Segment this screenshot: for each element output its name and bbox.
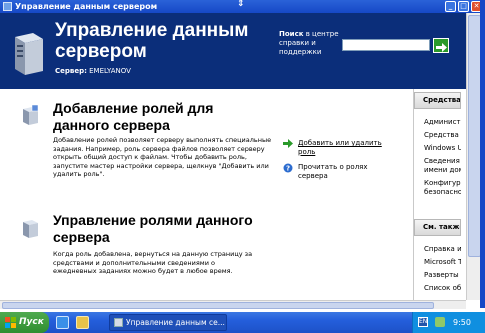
language-icon[interactable]: EN: [418, 317, 428, 327]
see-also-header: См. также: [414, 219, 461, 236]
tools-item[interactable]: Сведения: [424, 157, 460, 165]
search-go-button[interactable]: [433, 38, 449, 53]
help-icon: ?: [283, 163, 293, 173]
start-button[interactable]: Пуск: [0, 312, 49, 333]
system-tray: EN 9:50: [412, 312, 485, 333]
see-also-item[interactable]: Справка и: [424, 245, 461, 253]
see-also-item[interactable]: Разверты: [424, 271, 459, 279]
main-content: Добавление ролей для данного сервера Доб…: [0, 89, 415, 300]
search-label: Поиск в центре справки и поддержки: [279, 30, 339, 56]
maximize-button[interactable]: □: [458, 1, 469, 12]
see-also-item[interactable]: Список об: [424, 284, 461, 292]
minimize-button[interactable]: _: [445, 1, 456, 12]
taskbar-window-button[interactable]: Управление данным се...: [109, 314, 227, 331]
mouse-cursor-icon: ⇕: [237, 0, 245, 9]
help-search-input[interactable]: [342, 39, 430, 51]
tools-item[interactable]: Средства: [424, 131, 459, 139]
explorer-icon[interactable]: [76, 316, 89, 329]
tools-item[interactable]: Администр: [424, 118, 461, 126]
window-frame: [480, 0, 485, 308]
section-manage-roles-title: Управление ролями данного сервера: [53, 212, 253, 245]
green-arrow-icon: [283, 139, 293, 148]
tools-item[interactable]: Конфигур: [424, 179, 461, 187]
window-icon: [3, 2, 12, 11]
tools-item[interactable]: безопасно: [424, 188, 461, 196]
go-arrow-icon: [436, 43, 447, 52]
horizontal-scroll-thumb[interactable]: [2, 302, 434, 309]
section-add-roles-body: Добавление ролей позволяет серверу выпол…: [53, 136, 272, 178]
see-also-item[interactable]: Microsoft T: [424, 258, 461, 266]
manage-roles-icon: [23, 220, 38, 238]
taskbar: Пуск Управление данным се... EN 9:50: [0, 312, 485, 333]
section-manage-roles-body: Когда роль добавлена, вернуться на данну…: [53, 250, 253, 275]
tools-item[interactable]: Windows U: [424, 144, 461, 152]
network-icon[interactable]: [435, 317, 445, 327]
window-titlebar[interactable]: Управление данным сервером ⇕ _ □ ✕: [0, 0, 485, 13]
server-icon: [15, 33, 43, 75]
add-role-icon: [23, 105, 39, 125]
internet-explorer-icon[interactable]: [56, 316, 69, 329]
server-window-icon: [114, 318, 123, 327]
server-name-label: Сервер: EMELYANOV: [55, 67, 131, 75]
windows-flag-icon: [5, 317, 16, 328]
read-about-roles-link[interactable]: Прочитать о ролях сервера: [298, 163, 378, 180]
tools-header: Средства: [414, 92, 461, 109]
svg-text:?: ?: [286, 165, 290, 173]
clock: 9:50: [453, 318, 471, 327]
section-add-roles-title: Добавление ролей для данного сервера: [53, 100, 214, 133]
header-banner: Управление данным сервером Сервер: EMELY…: [0, 13, 466, 89]
add-remove-role-link[interactable]: Добавить или удалить роль: [298, 139, 383, 156]
tools-item[interactable]: имени дом: [424, 166, 461, 174]
horizontal-scrollbar[interactable]: [0, 300, 466, 309]
vertical-scrollbar[interactable]: [466, 13, 481, 300]
window-title: Управление данным сервером: [15, 2, 158, 11]
page-title: Управление данным сервером: [55, 20, 249, 62]
right-panel: Средства Администр Средства Windows U Св…: [413, 89, 461, 300]
